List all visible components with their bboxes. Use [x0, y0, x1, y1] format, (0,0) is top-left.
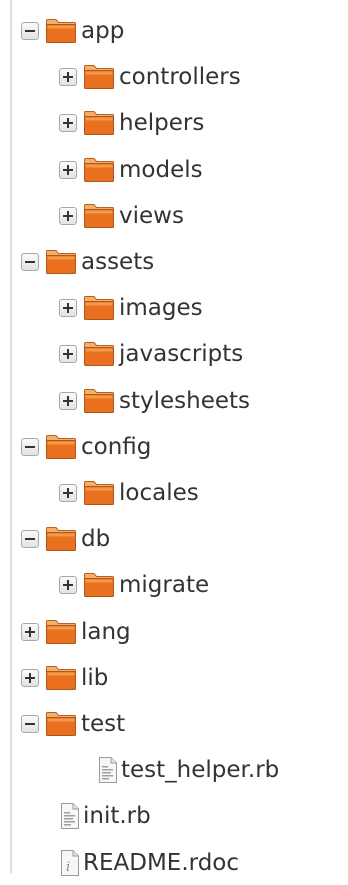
tree-item-assets[interactable]: assets: [0, 240, 340, 284]
folder-icon: [83, 480, 115, 510]
collapse-toggle-icon[interactable]: [21, 715, 39, 733]
expand-toggle-icon[interactable]: [21, 622, 39, 641]
tree-item-locales[interactable]: locales: [0, 471, 340, 515]
folder-icon: [83, 388, 115, 418]
tree-item-label: README.rdoc: [83, 849, 240, 876]
tree-item-label: controllers: [119, 64, 241, 91]
tree-item-label: stylesheets: [119, 387, 251, 414]
tree-item-label: images: [119, 295, 203, 322]
tree-item-javascripts[interactable]: javascripts: [0, 332, 340, 376]
tree-item-test[interactable]: test: [0, 702, 340, 746]
tree-item-label: locales: [119, 480, 199, 506]
collapse-toggle-icon[interactable]: [21, 253, 39, 271]
expand-toggle-icon[interactable]: [21, 668, 39, 687]
tree-item-label: views: [119, 202, 184, 229]
tree-item-stylesheets[interactable]: stylesheets: [0, 379, 340, 423]
tree-item-label: lang: [81, 618, 131, 645]
expand-toggle-icon[interactable]: [59, 484, 77, 502]
tree-item-label: javascripts: [119, 341, 244, 368]
tree-item-label: assets: [81, 249, 155, 275]
collapse-toggle-icon[interactable]: [21, 437, 39, 456]
tree-item-label: test_helper.rb: [121, 757, 280, 784]
text-file-icon: i: [58, 849, 82, 881]
expand-toggle-icon[interactable]: [59, 391, 77, 410]
folder-icon: [83, 295, 115, 325]
tree-item-helpers[interactable]: helpers: [0, 101, 340, 145]
folder-icon: [83, 157, 115, 187]
tree-item-label: init.rb: [83, 803, 151, 830]
tree-item-label: test: [81, 711, 126, 737]
folder-icon: [45, 18, 77, 48]
collapse-toggle-icon[interactable]: [21, 22, 39, 40]
folder-icon: [83, 64, 115, 94]
tree-item-migrate[interactable]: migrate: [0, 563, 340, 607]
folder-icon: [45, 619, 77, 649]
folder-icon: [45, 526, 77, 556]
collapse-toggle-icon[interactable]: [21, 530, 39, 549]
tree-item-label: lib: [81, 664, 109, 691]
file-tree: app controllers helpers models views assets im…: [0, 0, 348, 876]
tree-item-label: db: [81, 526, 111, 553]
tree-item-config[interactable]: config: [0, 425, 340, 469]
tree-item-test-helper-rb[interactable]: test_helper.rb: [0, 748, 340, 792]
svg-text:i: i: [66, 860, 70, 875]
ruby-file-icon: [58, 802, 82, 834]
expand-toggle-icon[interactable]: [59, 160, 77, 179]
tree-item-label: models: [119, 156, 203, 183]
tree-item-label: migrate: [119, 572, 210, 599]
folder-icon: [45, 249, 77, 279]
folder-icon: [83, 203, 115, 233]
tree-item-app[interactable]: app: [0, 9, 340, 53]
tree-item-db[interactable]: db: [0, 517, 340, 561]
folder-icon: [45, 711, 77, 741]
expand-toggle-icon[interactable]: [59, 576, 77, 595]
tree-item-readme-rdoc[interactable]: i README.rdoc: [0, 841, 340, 885]
tree-item-lib[interactable]: lib: [0, 656, 340, 700]
folder-icon: [83, 341, 115, 371]
expand-toggle-icon[interactable]: [59, 68, 77, 87]
folder-icon: [45, 665, 77, 695]
tree-item-label: helpers: [119, 110, 205, 137]
tree-item-images[interactable]: images: [0, 286, 340, 330]
tree-item-label: app: [81, 18, 125, 44]
folder-icon: [83, 572, 115, 602]
expand-toggle-icon[interactable]: [59, 299, 77, 318]
ruby-file-icon: [96, 756, 120, 788]
tree-item-label: config: [81, 433, 152, 460]
tree-item-lang[interactable]: lang: [0, 610, 340, 654]
expand-toggle-icon[interactable]: [59, 345, 77, 364]
expand-toggle-icon[interactable]: [59, 206, 77, 225]
tree-item-init-rb[interactable]: init.rb: [0, 794, 340, 838]
folder-icon: [83, 110, 115, 140]
folder-icon: [45, 434, 77, 464]
tree-item-controllers[interactable]: controllers: [0, 55, 340, 99]
tree-item-models[interactable]: models: [0, 148, 340, 192]
expand-toggle-icon[interactable]: [59, 114, 77, 133]
tree-item-views[interactable]: views: [0, 194, 340, 238]
